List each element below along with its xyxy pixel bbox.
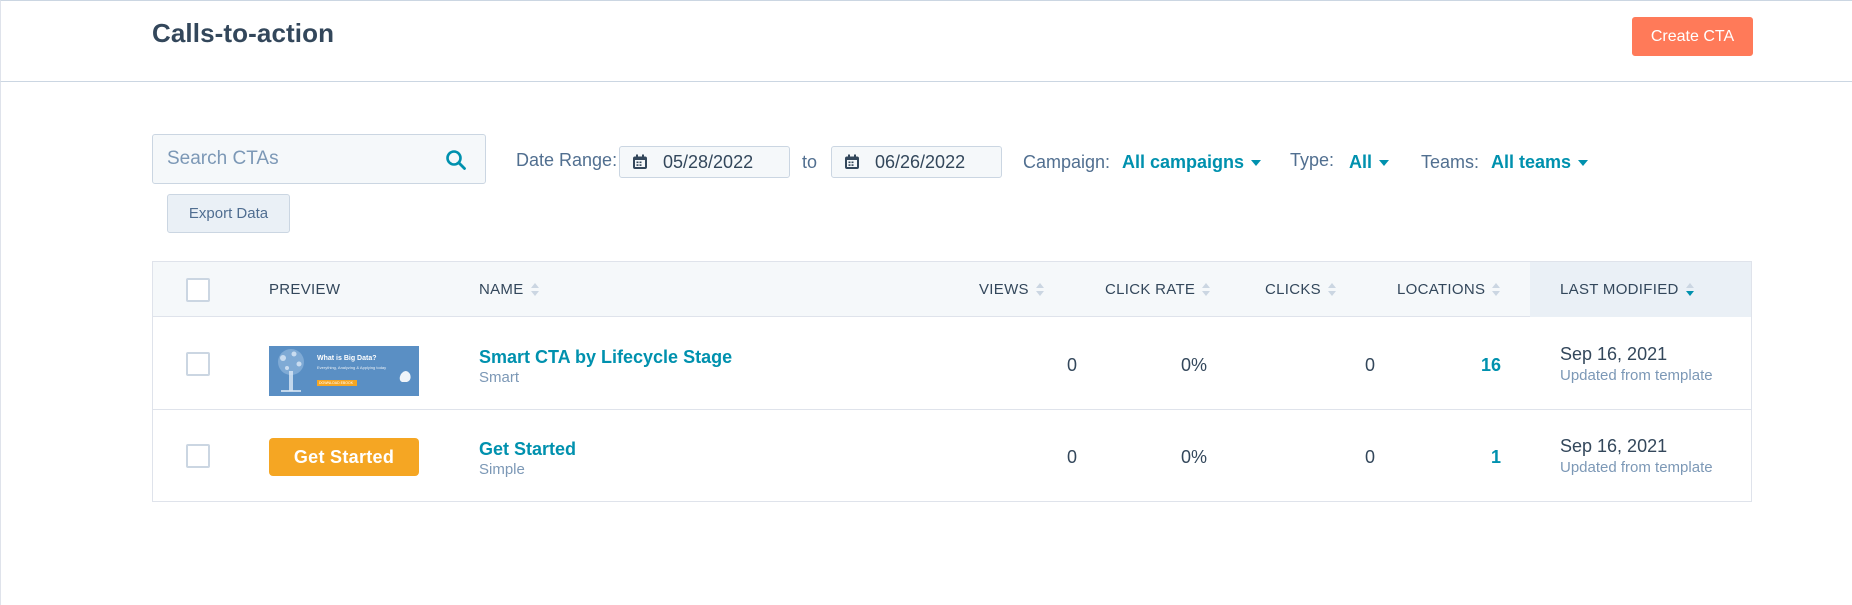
column-name[interactable]: Name <box>479 262 539 317</box>
page-header: Calls-to-action Create CTA <box>0 0 1852 82</box>
cta-preview-button[interactable]: Get Started <box>269 438 419 476</box>
select-all-checkbox[interactable] <box>186 278 210 302</box>
row-checkbox[interactable] <box>186 352 210 376</box>
calendar-icon <box>633 154 647 169</box>
column-click-rate-label: Click Rate <box>1105 281 1196 298</box>
modified-note: Updated from template <box>1560 459 1713 476</box>
cta-type: Simple <box>479 461 525 478</box>
table-row: Get Started Get Started Simple 0 0% 0 1 … <box>153 410 1751 501</box>
sort-desc-icon <box>1685 282 1694 297</box>
column-preview: Preview <box>269 281 341 298</box>
campaign-label: Campaign: <box>1023 152 1111 172</box>
teams-dropdown[interactable]: All teams <box>1491 152 1589 173</box>
sort-icon <box>1328 282 1336 297</box>
click-rate-value: 0% <box>1180 447 1207 467</box>
modified-date: Sep 16, 2021 <box>1560 436 1668 456</box>
chevron-down-icon <box>1251 159 1262 166</box>
column-locations[interactable]: Locations <box>1397 262 1501 317</box>
modified-date: Sep 16, 2021 <box>1560 344 1668 364</box>
search-icon[interactable] <box>444 148 468 172</box>
teams-label: Teams: <box>1421 152 1480 172</box>
teams-value: All teams <box>1491 152 1572 172</box>
chevron-down-icon <box>1578 159 1589 166</box>
locations-link[interactable]: 1 <box>1453 447 1501 468</box>
cta-name-link[interactable]: Smart CTA by Lifecycle Stage <box>479 347 732 368</box>
date-from-value: 05/28/2022 <box>663 151 754 172</box>
chevron-down-icon <box>1379 159 1390 166</box>
cta-table: Preview Name Views Click Rate Clicks Loc… <box>152 261 1752 502</box>
column-last-modified-label: Last Modified <box>1560 281 1679 298</box>
sort-icon <box>1202 282 1211 297</box>
column-name-label: Name <box>479 281 524 298</box>
search-box <box>152 134 486 184</box>
column-locations-label: Locations <box>1397 281 1486 298</box>
date-to-value: 06/26/2022 <box>875 151 966 172</box>
column-views-label: Views <box>979 281 1029 298</box>
main-content: Date Range: 05/28/2022 to 06/26/2022 Cam <box>0 82 1852 605</box>
column-clicks-label: Clicks <box>1265 281 1321 298</box>
table-header: Preview Name Views Click Rate Clicks Loc… <box>153 262 1751 317</box>
search-input[interactable] <box>167 135 437 183</box>
date-to-label: to <box>802 152 818 172</box>
cta-type: Smart <box>479 369 520 386</box>
clicks-value: 0 <box>1364 447 1375 467</box>
column-last-modified[interactable]: Last Modified <box>1560 262 1694 317</box>
type-value: All <box>1349 152 1373 172</box>
column-click-rate[interactable]: Click Rate <box>1105 262 1211 317</box>
date-range-label: Date Range: <box>516 150 618 170</box>
table-row: What is Big Data? Everything, Analyzing … <box>153 317 1751 410</box>
column-clicks[interactable]: Clicks <box>1265 262 1336 317</box>
tree-illustration-icon <box>269 346 419 396</box>
calendar-icon <box>845 154 859 169</box>
preview-subtitle: Everything, Analyzing & Applying today <box>317 365 387 370</box>
modified-note: Updated from template <box>1560 367 1713 384</box>
type-label: Type: <box>1290 150 1335 170</box>
locations-link[interactable]: 16 <box>1453 355 1501 376</box>
page-title: Calls-to-action <box>152 18 335 48</box>
create-cta-button[interactable]: Create CTA <box>1632 17 1753 56</box>
row-checkbox[interactable] <box>186 444 210 468</box>
date-from-field[interactable]: 05/28/2022 <box>619 146 790 178</box>
campaign-dropdown[interactable]: All campaigns <box>1122 152 1262 173</box>
cta-name-link[interactable]: Get Started <box>479 439 576 460</box>
click-rate-value: 0% <box>1180 355 1207 375</box>
sort-icon <box>530 282 539 297</box>
clicks-value: 0 <box>1364 355 1375 375</box>
views-value: 0 <box>1066 447 1077 467</box>
date-to-field[interactable]: 06/26/2022 <box>831 146 1002 178</box>
column-views[interactable]: Views <box>979 262 1044 317</box>
export-data-button[interactable]: Export Data <box>167 194 290 233</box>
sort-icon <box>1492 282 1501 297</box>
preview-button-label: DOWNLOAD EBOOK <box>319 381 354 385</box>
type-dropdown[interactable]: All <box>1349 152 1390 173</box>
campaign-value: All campaigns <box>1122 152 1245 172</box>
cta-preview-image[interactable]: What is Big Data? Everything, Analyzing … <box>269 346 419 396</box>
sort-icon <box>1035 282 1044 297</box>
views-value: 0 <box>1066 355 1077 375</box>
preview-title: What is Big Data? <box>317 355 377 362</box>
